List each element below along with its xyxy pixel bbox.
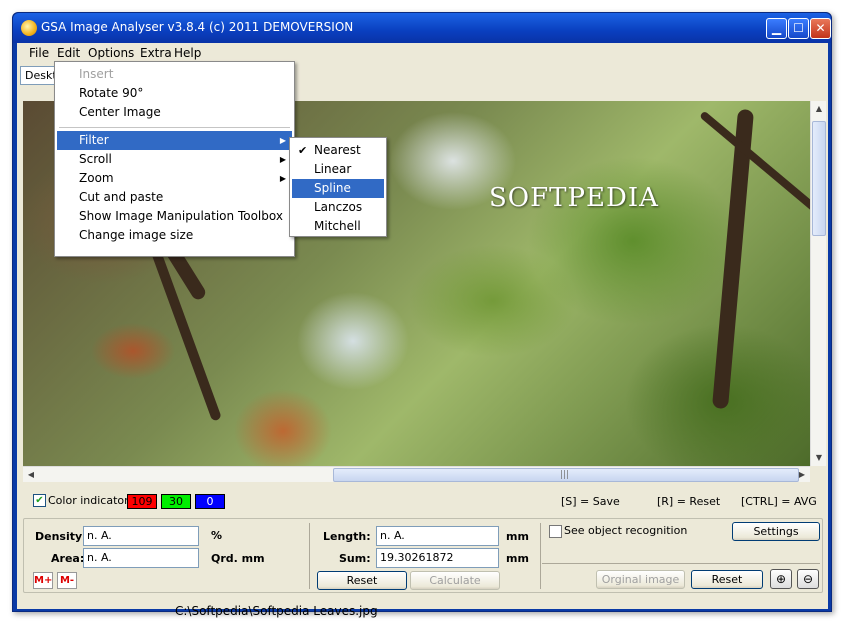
zoom-in-icon: ⊕ bbox=[775, 572, 787, 586]
recognition-reset-button[interactable]: Reset bbox=[691, 570, 763, 589]
length-label: Length: bbox=[323, 530, 371, 543]
window-title: GSA Image Analyser v3.8.4 (c) 2011 DEMOV… bbox=[41, 20, 354, 34]
close-icon: ✕ bbox=[815, 21, 826, 35]
submenu-arrow-icon: ▶ bbox=[279, 174, 286, 183]
menu-bar: File Edit Options Extra Help bbox=[17, 43, 828, 63]
vertical-scroll-thumb[interactable] bbox=[812, 121, 826, 236]
scroll-down-icon[interactable]: ▼ bbox=[811, 450, 827, 466]
branch bbox=[699, 110, 810, 220]
scroll-up-icon[interactable]: ▲ bbox=[811, 101, 827, 117]
vertical-scrollbar[interactable]: ▲ ▼ bbox=[810, 101, 826, 466]
divider bbox=[542, 563, 820, 564]
menu-item-scroll-label: Scroll bbox=[79, 152, 112, 166]
divider bbox=[309, 523, 310, 589]
hint-avg: [CTRL] = AVG bbox=[741, 495, 817, 508]
color-indicator-label: Color indicator bbox=[48, 494, 129, 507]
status-path: C:\Softpedia\Softpedia Leaves.jpg bbox=[175, 604, 378, 618]
blue-value-swatch: 0 bbox=[195, 494, 225, 509]
area-label: Area: bbox=[51, 552, 85, 565]
density-label: Density: bbox=[35, 530, 87, 543]
green-value-swatch: 30 bbox=[161, 494, 191, 509]
menu-separator bbox=[59, 127, 290, 128]
settings-button[interactable]: Settings bbox=[732, 522, 820, 541]
scroll-left-icon[interactable]: ◀ bbox=[23, 467, 39, 483]
area-field[interactable]: n. A. bbox=[83, 548, 199, 568]
length-unit: mm bbox=[506, 530, 529, 543]
submenu-arrow-icon: ▶ bbox=[279, 155, 286, 164]
memory-plus-button[interactable]: M+ bbox=[33, 572, 53, 589]
maximize-icon: ☐ bbox=[793, 21, 804, 35]
length-field[interactable]: n. A. bbox=[376, 526, 499, 546]
edit-menu: Insert Rotate 90° Center Image Filter ▶ S… bbox=[54, 61, 295, 257]
sum-field[interactable]: 19.30261872 bbox=[376, 548, 499, 568]
calculate-button[interactable]: Calculate bbox=[410, 571, 500, 590]
filter-item-linear[interactable]: Linear bbox=[292, 160, 384, 179]
zoom-in-button[interactable]: ⊕ bbox=[770, 569, 792, 589]
color-indicator-row: ✔ Color indicator 109 30 0 [S] = Save [R… bbox=[17, 489, 828, 513]
sum-unit: mm bbox=[506, 552, 529, 565]
menu-edit[interactable]: Edit bbox=[57, 46, 80, 60]
main-window: GSA Image Analyser v3.8.4 (c) 2011 DEMOV… bbox=[12, 12, 832, 618]
menu-item-zoom-label: Zoom bbox=[79, 171, 114, 185]
menu-item-filter[interactable]: Filter ▶ bbox=[57, 131, 292, 150]
hint-save: [S] = Save bbox=[561, 495, 620, 508]
menu-extra[interactable]: Extra bbox=[140, 46, 172, 60]
menu-item-change-size[interactable]: Change image size bbox=[57, 226, 292, 245]
filter-item-mitchell[interactable]: Mitchell bbox=[292, 217, 384, 236]
softpedia-watermark: SOFTPEDIA bbox=[489, 183, 659, 213]
submenu-arrow-icon: ▶ bbox=[279, 136, 286, 145]
filter-item-spline[interactable]: Spline bbox=[292, 179, 384, 198]
menu-file[interactable]: File bbox=[29, 46, 49, 60]
minimize-icon: ▁ bbox=[771, 21, 782, 35]
menu-item-zoom[interactable]: Zoom ▶ bbox=[57, 169, 292, 188]
sum-label: Sum: bbox=[339, 552, 371, 565]
grip-icon: ||| bbox=[560, 470, 570, 480]
minimize-button[interactable]: ▁ bbox=[766, 18, 787, 39]
menu-item-filter-label: Filter bbox=[79, 133, 109, 147]
filter-item-nearest-label: Nearest bbox=[314, 143, 361, 157]
menu-item-scroll[interactable]: Scroll ▶ bbox=[57, 150, 292, 169]
object-recognition-label: See object recognition bbox=[564, 524, 688, 537]
menu-item-center-image[interactable]: Center Image bbox=[57, 103, 292, 122]
hint-reset: [R] = Reset bbox=[657, 495, 721, 508]
area-unit: Qrd. mm bbox=[211, 552, 265, 565]
menu-item-rotate[interactable]: Rotate 90° bbox=[57, 84, 292, 103]
measure-reset-button[interactable]: Reset bbox=[317, 571, 407, 590]
menu-help[interactable]: Help bbox=[174, 46, 201, 60]
close-button[interactable]: ✕ bbox=[810, 18, 831, 39]
maximize-button[interactable]: ☐ bbox=[788, 18, 809, 39]
filter-item-lanczos[interactable]: Lanczos bbox=[292, 198, 384, 217]
red-value-swatch: 109 bbox=[127, 494, 157, 509]
object-recognition-checkbox[interactable] bbox=[549, 525, 562, 538]
zoom-out-button[interactable]: ⊖ bbox=[797, 569, 819, 589]
app-icon bbox=[21, 20, 37, 36]
horizontal-scrollbar[interactable]: ◀ ||| ▶ bbox=[23, 466, 810, 482]
scroll-right-icon[interactable]: ▶ bbox=[794, 467, 810, 483]
title-bar: GSA Image Analyser v3.8.4 (c) 2011 DEMOV… bbox=[13, 13, 831, 43]
menu-item-show-toolbox[interactable]: Show Image Manipulation Toolbox bbox=[57, 207, 292, 226]
menu-options[interactable]: Options bbox=[88, 46, 134, 60]
menu-item-cut-paste[interactable]: Cut and paste bbox=[57, 188, 292, 207]
memory-minus-button[interactable]: M- bbox=[57, 572, 77, 589]
original-image-button[interactable]: Orginal image bbox=[596, 570, 685, 589]
menu-item-insert[interactable]: Insert bbox=[57, 65, 292, 84]
client-area: File Edit Options Extra Help Desktop SOF… bbox=[17, 43, 828, 618]
checkmark-icon: ✔ bbox=[298, 144, 308, 157]
density-unit: % bbox=[211, 529, 223, 542]
measurement-panel: Density: n. A. % Area: n. A. Qrd. mm M+ … bbox=[23, 518, 823, 593]
horizontal-scroll-thumb[interactable]: ||| bbox=[333, 468, 799, 482]
filter-item-nearest[interactable]: ✔ Nearest bbox=[292, 141, 384, 160]
color-indicator-checkbox[interactable]: ✔ bbox=[33, 494, 46, 507]
density-field[interactable]: n. A. bbox=[83, 526, 199, 546]
filter-submenu: ✔ Nearest Linear Spline Lanczos Mitchell bbox=[289, 137, 387, 237]
zoom-out-icon: ⊖ bbox=[802, 572, 814, 586]
divider bbox=[540, 523, 541, 589]
